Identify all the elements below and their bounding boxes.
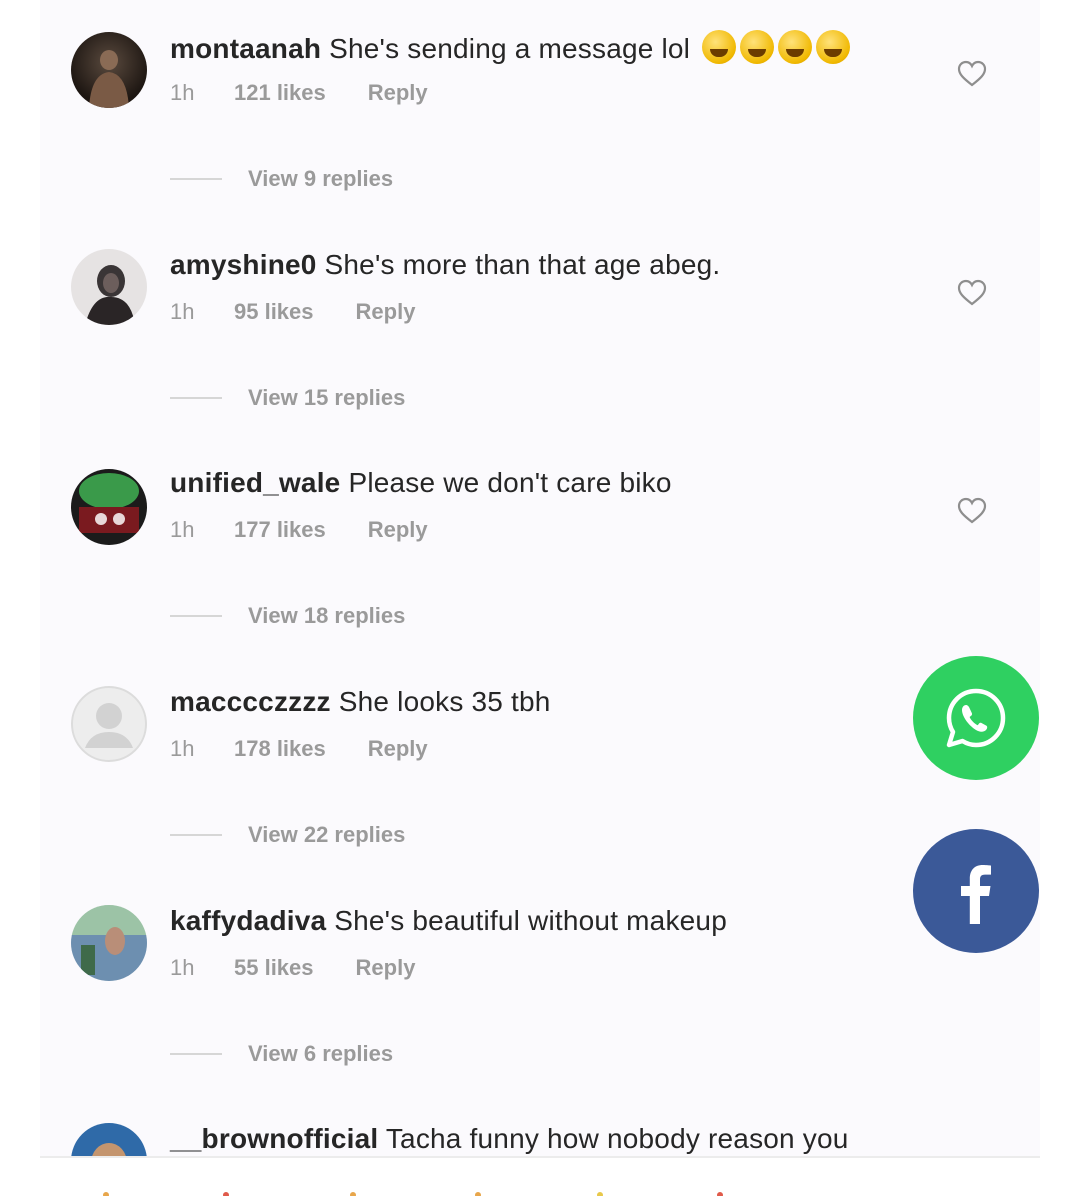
reply-button[interactable]: Reply: [368, 80, 428, 106]
view-replies-label[interactable]: View 9 replies: [248, 166, 393, 192]
comment-time: 1h: [170, 299, 195, 324]
comment-likes[interactable]: 95 likes: [234, 299, 314, 325]
comment-likes[interactable]: 177 likes: [234, 517, 326, 543]
comment-text: Tacha funny how nobody reason you: [385, 1123, 849, 1154]
bottom-divider: [40, 1156, 1040, 1158]
heart-outline-icon[interactable]: [957, 497, 987, 525]
facebook-share-button[interactable]: [913, 829, 1039, 953]
comment-text: She's more than that age abeg.: [324, 249, 721, 280]
comment-username[interactable]: montaanah: [170, 33, 321, 64]
view-replies-label[interactable]: View 6 replies: [248, 1041, 393, 1067]
comment-username[interactable]: amyshine0: [170, 249, 317, 280]
view-replies-button[interactable]: View 9 replies: [170, 166, 393, 192]
comment-text: She's beautiful without makeup: [334, 905, 727, 936]
sweat-smile-emoji-icon: [740, 30, 775, 64]
divider: [170, 178, 222, 180]
comment-likes[interactable]: 121 likes: [234, 80, 326, 106]
whatsapp-icon: [946, 688, 1006, 748]
default-avatar-icon[interactable]: [71, 686, 147, 762]
view-replies-button[interactable]: View 22 replies: [170, 822, 405, 848]
avatar[interactable]: [71, 1123, 147, 1158]
reply-button[interactable]: Reply: [368, 736, 428, 762]
heart-outline-icon[interactable]: [957, 60, 987, 88]
comment-username[interactable]: macccczzzz: [170, 686, 331, 717]
comments-panel: montaanah She's sending a message lol 1h…: [40, 0, 1040, 1158]
view-replies-button[interactable]: View 6 replies: [170, 1041, 393, 1067]
avatar[interactable]: [71, 905, 147, 981]
reply-button[interactable]: Reply: [368, 517, 428, 543]
bottom-toolbar-icons: [103, 1192, 723, 1196]
divider: [170, 1053, 222, 1055]
view-replies-label[interactable]: View 18 replies: [248, 603, 405, 629]
comment-time: 1h: [170, 517, 195, 542]
view-replies-label[interactable]: View 22 replies: [248, 822, 405, 848]
avatar[interactable]: [71, 469, 147, 545]
divider: [170, 834, 222, 836]
comment-username[interactable]: unified_wale: [170, 467, 340, 498]
view-replies-button[interactable]: View 18 replies: [170, 603, 405, 629]
avatar[interactable]: [71, 32, 147, 108]
avatar[interactable]: [71, 249, 147, 325]
reply-button[interactable]: Reply: [356, 955, 416, 981]
emoji-group: [698, 30, 851, 64]
divider: [170, 615, 222, 617]
comment-username[interactable]: kaffydadiva: [170, 905, 326, 936]
reply-button[interactable]: Reply: [356, 299, 416, 325]
divider: [170, 397, 222, 399]
comment-time: 1h: [170, 955, 195, 980]
view-replies-button[interactable]: View 15 replies: [170, 385, 405, 411]
comment-time: 1h: [170, 736, 195, 761]
comment-username[interactable]: __brownofficial: [170, 1123, 378, 1154]
comment-likes[interactable]: 178 likes: [234, 736, 326, 762]
whatsapp-share-button[interactable]: [913, 656, 1039, 780]
comment-likes[interactable]: 55 likes: [234, 955, 314, 981]
rofl-emoji-icon: [816, 30, 851, 64]
comment-text: She's sending a message lol: [329, 33, 691, 64]
comment-text: She looks 35 tbh: [338, 686, 551, 717]
comment-time: 1h: [170, 80, 195, 105]
comment-text: Please we don't care biko: [348, 467, 672, 498]
heart-outline-icon[interactable]: [957, 279, 987, 307]
view-replies-label[interactable]: View 15 replies: [248, 385, 405, 411]
laughing-emoji-icon: [702, 30, 737, 64]
facebook-icon: [961, 865, 991, 924]
rofl-emoji-icon: [778, 30, 813, 64]
